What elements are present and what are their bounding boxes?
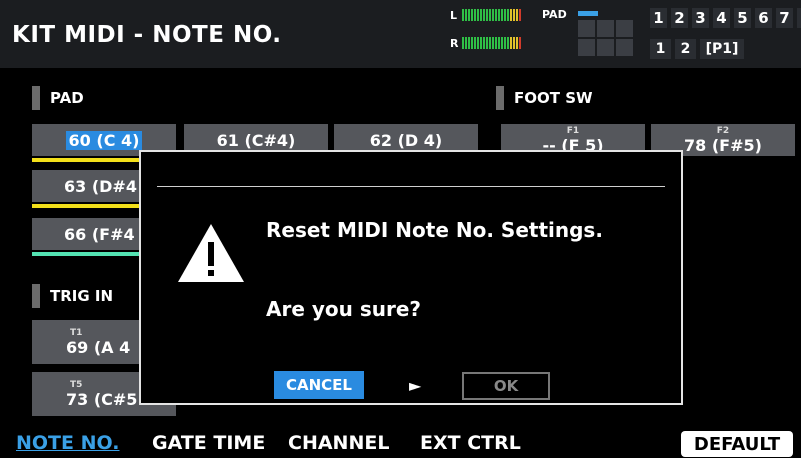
meter-r-label: R [450,37,459,50]
sub-channel-indicators: 1 2 [P1] [650,39,744,59]
channel-1: 1 [650,8,667,28]
pad-indicator-label: PAD [542,8,567,21]
tab-channel[interactable]: CHANNEL [288,432,389,454]
channel-8: 8 [797,8,801,28]
warning-icon [176,222,246,288]
pad-value: 60 (C 4) [65,130,143,150]
meter-l-label: L [450,9,458,22]
confirm-dialog: Reset MIDI Note No. Settings. Are you su… [139,150,683,405]
pad-indicator-bar [578,11,598,16]
section-trig-in-label: TRIG IN [50,287,114,305]
dialog-message: Reset MIDI Note No. Settings. [266,218,603,242]
sub-channel-2: 2 [675,39,696,59]
section-foot-sw: FOOT SW [496,86,593,110]
pad-indicator-grid [578,20,633,56]
channel-3: 3 [692,8,709,28]
channel-indicators: 1 2 3 4 5 6 7 8 [650,8,801,28]
page-title: KIT MIDI - NOTE NO. [12,22,282,48]
dialog-divider [157,186,665,187]
tab-gate-time[interactable]: GATE TIME [152,432,265,454]
channel-7: 7 [776,8,793,28]
default-button[interactable]: DEFAULT [681,431,793,457]
trig-in-t1-label: T1 [70,327,83,338]
trig-in-t5-value: 73 (C#5 [66,389,138,409]
section-foot-sw-label: FOOT SW [514,89,593,107]
tab-note-no[interactable]: NOTE NO. [16,432,119,454]
section-trig-in: TRIG IN [32,284,113,308]
pattern-indicator: [P1] [700,39,744,59]
foot-sw-f2-label: F2 [716,125,730,136]
foot-sw-f1-label: F1 [566,125,580,136]
section-marker [496,86,504,110]
tab-ext-ctrl[interactable]: EXT CTRL [420,432,521,454]
section-marker [32,284,40,308]
channel-2: 2 [671,8,688,28]
level-meter-l [462,9,521,21]
section-marker [32,86,40,110]
dialog-question: Are you sure? [266,297,422,321]
trig-in-t5-label: T5 [70,379,83,390]
trig-in-t1-value: 69 (A 4 [66,337,131,357]
channel-6: 6 [755,8,772,28]
channel-5: 5 [734,8,751,28]
arrow-right-icon: ► [409,376,422,395]
section-pad-label: PAD [50,89,84,107]
foot-sw-f2-value: 78 (F#5) [684,135,762,155]
ok-button[interactable]: OK [462,372,550,400]
channel-4: 4 [713,8,730,28]
sub-channel-1: 1 [650,39,671,59]
level-meter-r [462,37,521,49]
section-pad: PAD [32,86,84,110]
cancel-button[interactable]: CANCEL [274,371,364,399]
